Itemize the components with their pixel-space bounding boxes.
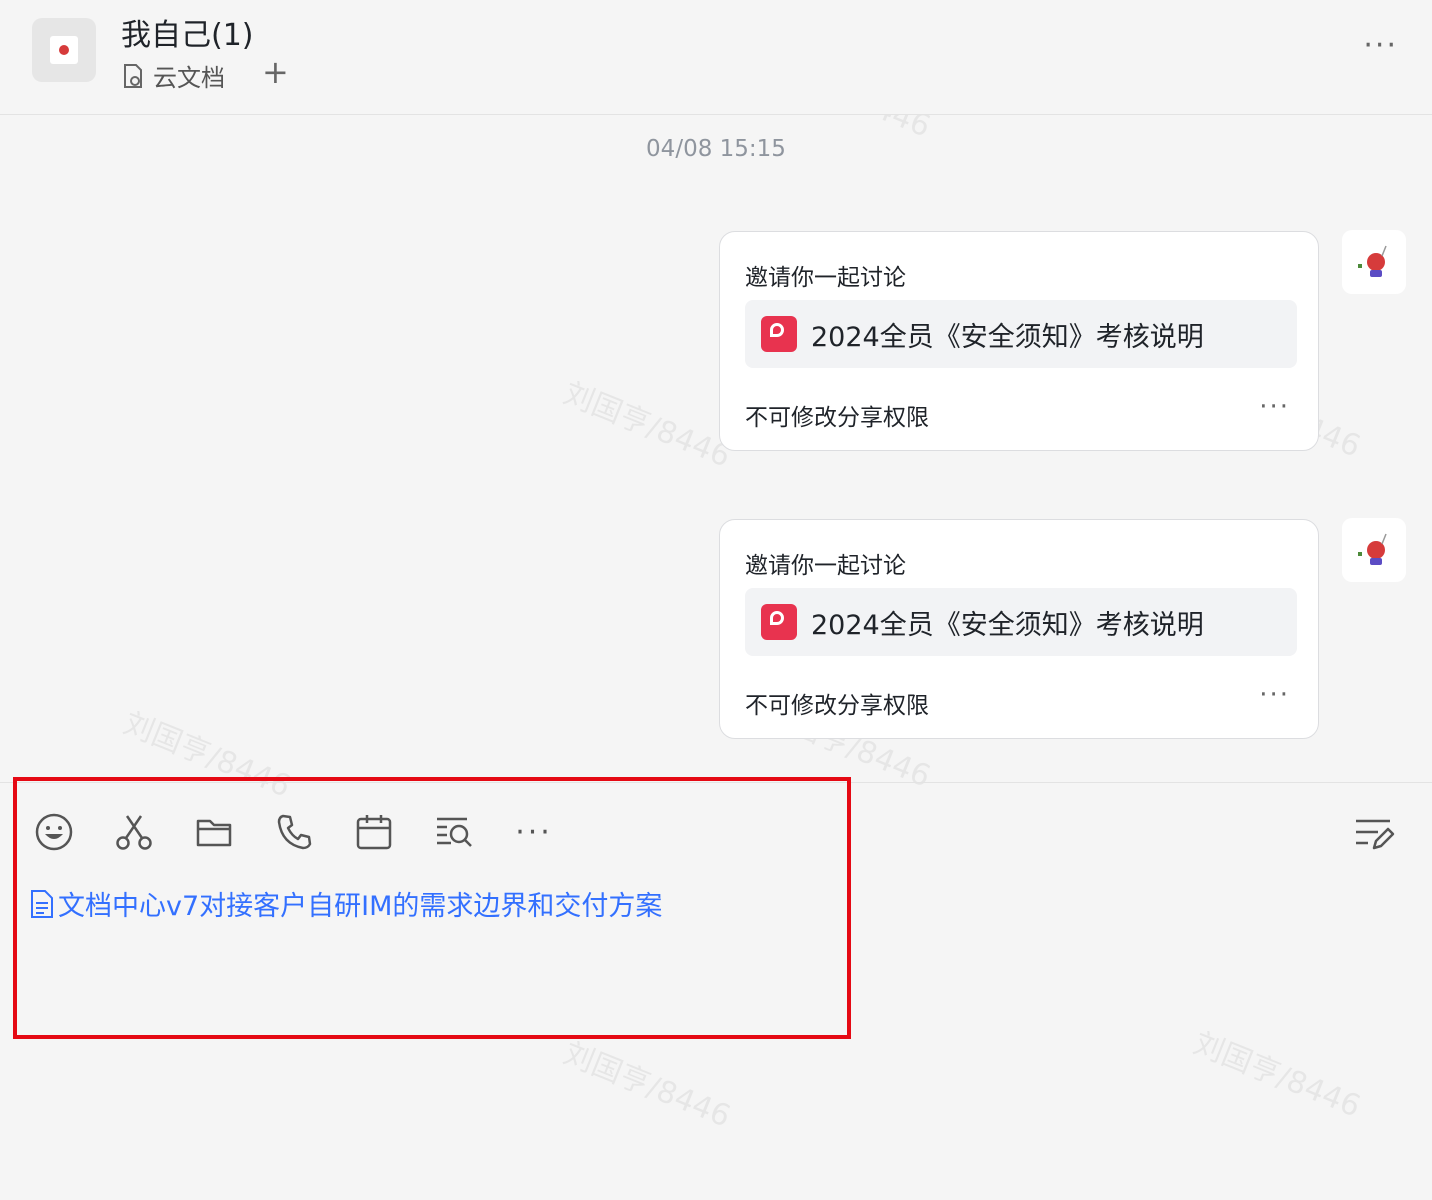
add-tab-button[interactable]: + [262, 56, 289, 88]
watermark: 刘国亨/8446 [1188, 1025, 1366, 1125]
watermark: 刘国亨/8446 [558, 375, 736, 475]
sender-avatar[interactable] [1342, 230, 1406, 294]
card-title: 邀请你一起讨论 [745, 265, 906, 291]
chat-avatar[interactable] [32, 18, 96, 82]
folder-icon [196, 819, 232, 847]
chat-header: 我自己(1) 云文档 + ··· [0, 0, 1432, 115]
watermark: 刘国亨/8446 [558, 1035, 736, 1135]
doc-name: 2024全员《安全须知》考核说明 [811, 609, 1204, 641]
avatar-icon [1358, 245, 1387, 277]
more-tools-button[interactable]: ··· [514, 808, 554, 856]
edit-list-icon [1356, 819, 1395, 850]
chat-title: 我自己(1) [121, 18, 254, 53]
screenshot-button[interactable] [114, 808, 154, 856]
cloud-doc-icon [124, 63, 142, 88]
draft-doc-link[interactable]: 文档中心v7对接客户自研IM的需求边界和交付方案 [30, 884, 662, 923]
card-title: 邀请你一起讨论 [745, 553, 906, 579]
doc-type-icon [761, 604, 797, 640]
phone-icon [277, 814, 312, 850]
doc-name: 2024全员《安全须知》考核说明 [811, 321, 1204, 353]
search-list-icon [437, 817, 472, 847]
doc-share-card[interactable]: 邀请你一起讨论 2024全员《安全须知》考核说明 不可修改分享权限 ··· [719, 519, 1319, 739]
document-icon [31, 889, 53, 918]
file-button[interactable] [194, 808, 234, 856]
sender-avatar[interactable] [1342, 518, 1406, 582]
doc-link[interactable]: 2024全员《安全须知》考核说明 [745, 588, 1297, 656]
more-options-button[interactable]: ··· [1363, 28, 1398, 63]
avatar-icon [1358, 533, 1387, 565]
doc-share-card[interactable]: 邀请你一起讨论 2024全员《安全须知》考核说明 不可修改分享权限 ··· [719, 231, 1319, 451]
rich-editor-button[interactable] [1352, 812, 1396, 856]
calendar-icon [356, 815, 392, 850]
emoji-button[interactable] [34, 808, 74, 856]
scissors-icon [116, 815, 152, 850]
permission-text: 不可修改分享权限 [745, 405, 929, 431]
doc-link[interactable]: 2024全员《安全须知》考核说明 [745, 300, 1297, 368]
tab-label: 云文档 [153, 64, 225, 92]
search-history-button[interactable] [434, 808, 474, 856]
draft-doc-title: 文档中心v7对接客户自研IM的需求边界和交付方案 [58, 891, 663, 922]
calendar-button[interactable] [354, 808, 394, 856]
call-button[interactable] [274, 808, 314, 856]
message-timestamp: 04/08 15:15 [646, 136, 786, 162]
emoji-icon [35, 813, 73, 851]
permission-text: 不可修改分享权限 [745, 693, 929, 719]
card-more-button[interactable]: ··· [1259, 392, 1290, 422]
doc-type-icon [761, 316, 797, 352]
card-more-button[interactable]: ··· [1259, 680, 1290, 710]
tab-cloud-docs[interactable]: 云文档 [121, 58, 225, 93]
composer-toolbar: ··· [34, 808, 554, 856]
